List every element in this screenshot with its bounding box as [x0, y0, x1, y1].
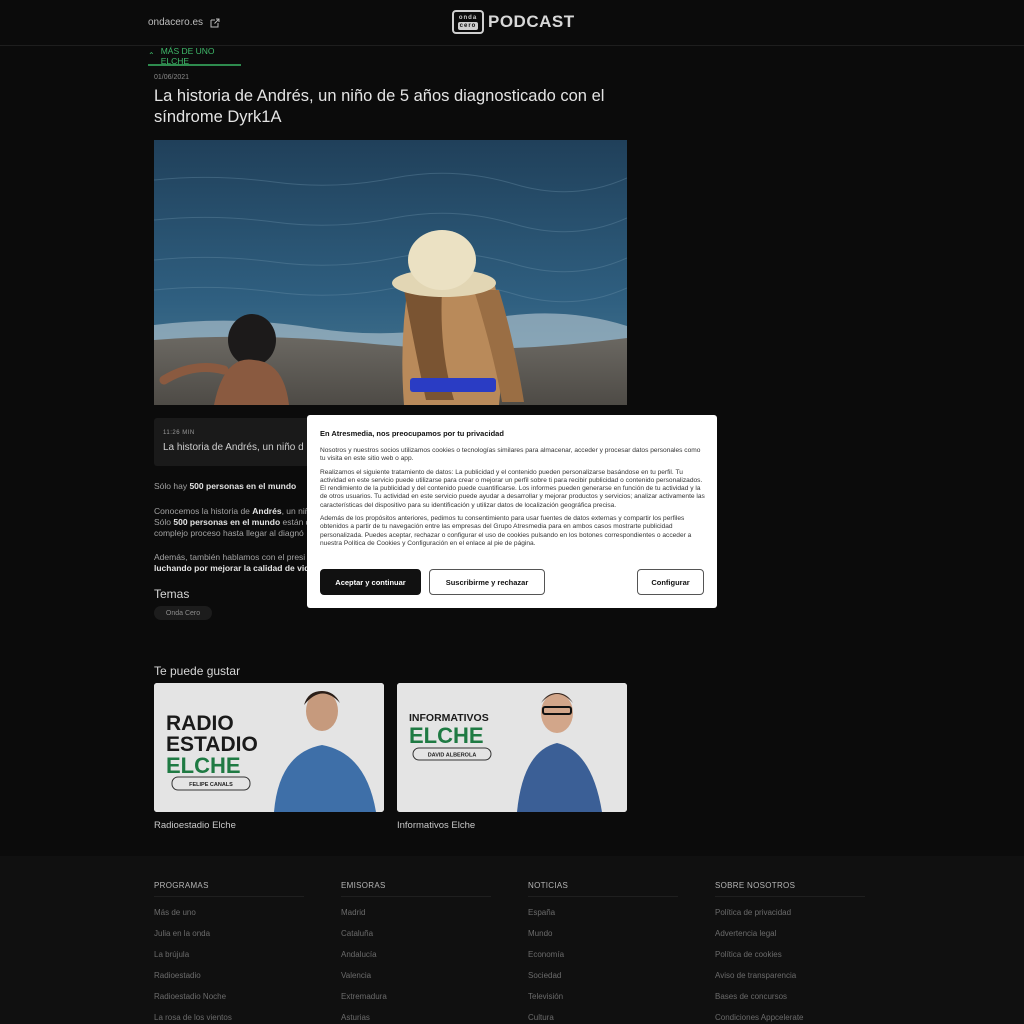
footer-link[interactable]: Televisión: [528, 992, 678, 1002]
hero-image: [154, 140, 627, 405]
footer-link[interactable]: Aviso de transparencia: [715, 971, 865, 981]
recommendation-card-radioestadio[interactable]: RADIO ESTADIO ELCHE FELIPE CANALS: [154, 683, 384, 812]
cookie-dialog-title: En Atresmedia, nos preocupamos por tu pr…: [320, 429, 504, 438]
footer-heading: EMISORAS: [341, 881, 491, 897]
footer-link[interactable]: Madrid: [341, 908, 491, 918]
informativos-art-presenter: DAVID ALBEROLA: [428, 753, 477, 759]
footer-link[interactable]: Julia en la onda: [154, 929, 304, 939]
article-title: La historia de Andrés, un niño de 5 años…: [154, 87, 605, 126]
podcast-logo[interactable]: onda cero PODCAST: [452, 10, 575, 34]
footer-heading: NOTICIAS: [528, 881, 678, 897]
topic-tag[interactable]: Onda Cero: [154, 606, 212, 620]
footer-link[interactable]: Cultura: [528, 1013, 678, 1023]
cookie-dialog-body[interactable]: Nosotros y nuestros socios utilizamos co…: [320, 447, 706, 559]
footer-link[interactable]: Radioestadio Noche: [154, 992, 304, 1002]
footer-link[interactable]: Economía: [528, 950, 678, 960]
cookie-paragraph: Nosotros y nuestros socios utilizamos co…: [320, 447, 701, 463]
footer-column-emisoras: EMISORAS Madrid Cataluña Andalucía Valen…: [341, 881, 491, 1023]
recommendation-label-informativos[interactable]: Informativos Elche: [397, 820, 475, 831]
radio-art-line-1: RADIO: [166, 712, 234, 735]
program-label: MÁS DE UNO ELCHE: [160, 45, 215, 66]
radio-art-presenter: FELIPE CANALS: [189, 782, 233, 788]
external-link-icon: [210, 18, 220, 27]
recommendation-label-radioestadio[interactable]: Radioestadio Elche: [154, 820, 236, 831]
article-date: 01/06/2021: [154, 74, 190, 81]
cookie-consent-dialog: En Atresmedia, nos preocupamos por tu pr…: [307, 415, 717, 608]
logo-text: PODCAST: [488, 12, 575, 31]
footer-link[interactable]: La brújula: [154, 950, 304, 960]
site-link-label: ondacero.es: [148, 17, 204, 28]
footer-link[interactable]: Mundo: [528, 929, 678, 939]
footer-heading: PROGRAMAS: [154, 881, 304, 897]
body-paragraph-1: Sólo hay 500 personas en el mundo: [154, 481, 297, 491]
informativos-art-line-2: ELCHE: [409, 723, 484, 748]
body-paragraph-3-line-1: Además, también hablamos con el presi: [154, 552, 306, 562]
footer-link[interactable]: Cataluña: [341, 929, 491, 939]
footer-link[interactable]: Andalucía: [341, 950, 491, 960]
recommendation-card-informativos[interactable]: INFORMATIVOS ELCHE DAVID ALBEROLA: [397, 683, 627, 812]
episode-duration: 11:26 MIN: [163, 430, 195, 436]
accept-button[interactable]: Aceptar y continuar: [320, 569, 421, 595]
site-header: ondacero.es onda cero PODCAST: [0, 0, 1024, 46]
site-footer: PROGRAMAS Más de uno Julia en la onda La…: [0, 856, 1024, 1024]
site-link[interactable]: ondacero.es: [148, 17, 220, 28]
chevron-up-icon: ⌃: [148, 51, 155, 60]
episode-title: La historia de Andrés, un niño d: [163, 442, 304, 453]
footer-link[interactable]: Sociedad: [528, 971, 678, 981]
footer-link[interactable]: Bases de concursos: [715, 992, 865, 1002]
footer-link[interactable]: Advertencia legal: [715, 929, 865, 939]
footer-link[interactable]: Asturias: [341, 1013, 491, 1023]
cookie-paragraph: Realizamos el siguiente tratamiento de d…: [320, 468, 705, 509]
footer-link[interactable]: Más de uno: [154, 908, 304, 918]
body-paragraph-2-line-2: Sólo 500 personas en el mundo están d: [154, 517, 311, 527]
recommendations-heading: Te puede gustar: [154, 664, 241, 678]
footer-heading: SOBRE NOSOTROS: [715, 881, 865, 897]
footer-column-sobre-nosotros: SOBRE NOSOTROS Política de privacidad Ad…: [715, 881, 865, 1023]
body-paragraph-3-line-2: luchando por mejorar la calidad de vida: [154, 563, 314, 573]
footer-column-programas: PROGRAMAS Más de uno Julia en la onda La…: [154, 881, 304, 1023]
footer-link[interactable]: España: [528, 908, 678, 918]
footer-link[interactable]: Valencia: [341, 971, 491, 981]
subscribe-reject-button[interactable]: Suscribirme y rechazar: [429, 569, 545, 595]
body-paragraph-2-line-3: complejo proceso hasta llegar al diagnó: [154, 528, 304, 538]
footer-link[interactable]: Radioestadio: [154, 971, 304, 981]
footer-link[interactable]: Política de cookies: [715, 950, 865, 960]
footer-column-noticias: NOTICIAS España Mundo Economía Sociedad …: [528, 881, 678, 1023]
footer-link[interactable]: La rosa de los vientos: [154, 1013, 304, 1023]
footer-link[interactable]: Extremadura: [341, 992, 491, 1002]
cookie-paragraph: Además de los propósitos anteriores, ped…: [320, 515, 692, 547]
program-tab[interactable]: ⌃ MÁS DE UNO ELCHE: [148, 45, 241, 66]
footer-link[interactable]: Condiciones Appcelerate: [715, 1013, 865, 1023]
radio-art-line-3: ELCHE: [166, 753, 241, 778]
footer-link[interactable]: Política de privacidad: [715, 908, 865, 918]
configure-button[interactable]: Configurar: [637, 569, 704, 595]
onda-cero-badge: onda cero: [452, 10, 484, 34]
body-paragraph-2-line-1: Conocemos la historia de Andrés, un niñ: [154, 506, 310, 516]
topics-heading: Temas: [154, 587, 190, 601]
